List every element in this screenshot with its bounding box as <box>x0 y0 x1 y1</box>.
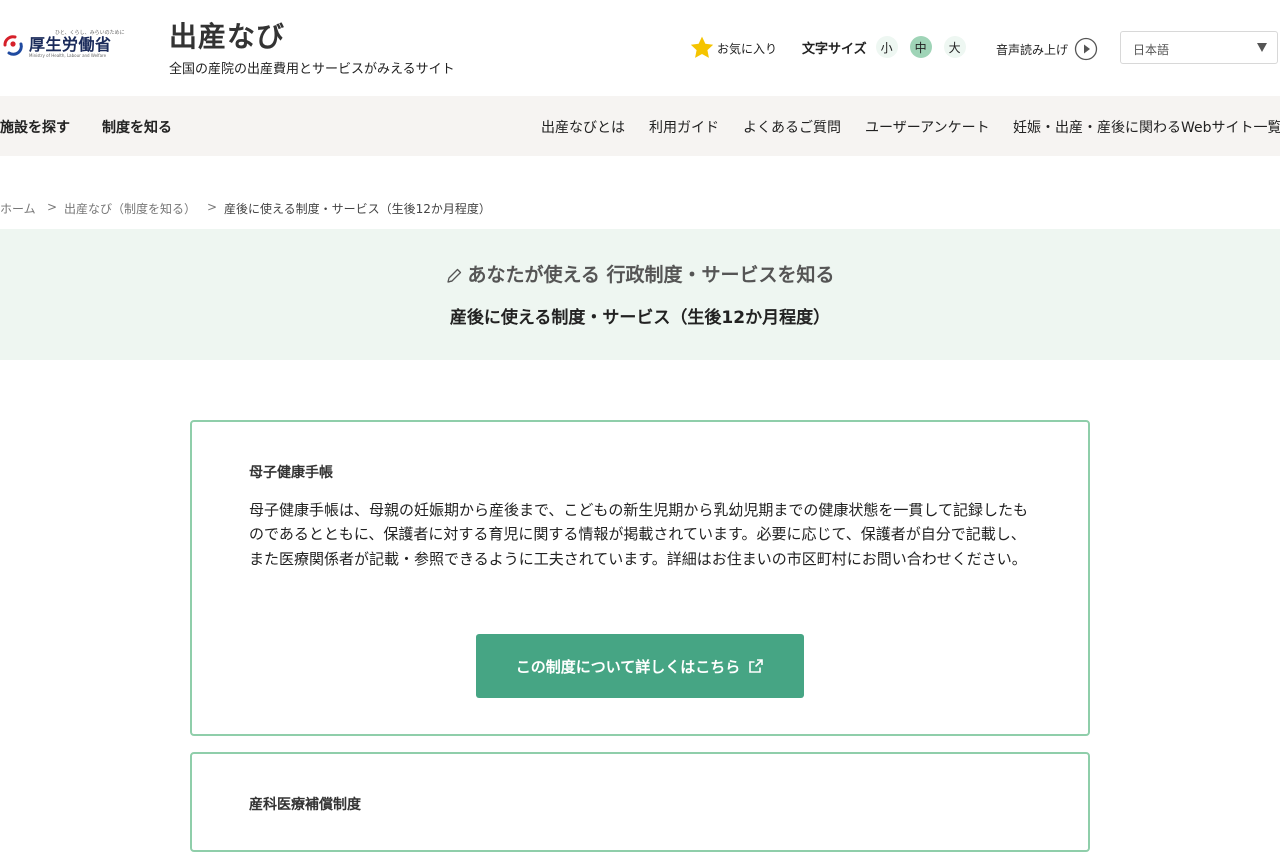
language-select[interactable]: 日本語 <box>1120 31 1278 64</box>
global-nav: 施設を探す 制度を知る 出産なびとは 利用ガイド よくあるご質問 ユーザーアンケ… <box>0 96 1280 156</box>
breadcrumb-learn-systems[interactable]: 出産なび（制度を知る） <box>64 200 196 217</box>
breadcrumb-current: 産後に使える制度・サービス（生後12か月程度） <box>224 202 491 216</box>
hero-kicker: あなたが使える 行政制度・サービスを知る <box>0 260 1280 287</box>
card-title: 産科医療補償制度 <box>249 797 361 813</box>
caret-down-icon <box>1257 43 1267 52</box>
system-card: 母子健康手帳 母子健康手帳は、母親の妊娠期から産後まで、こどもの新生児期から乳幼… <box>190 420 1090 736</box>
mhlw-logo[interactable]: ひと、くらし、みらいのために 厚生労働省 Ministry of Health,… <box>0 31 125 58</box>
font-size-switcher: 文字サイズ 小 中 大 <box>802 36 978 58</box>
card-title: 母子健康手帳 <box>249 465 333 481</box>
play-icon <box>1074 37 1098 61</box>
font-size-label: 文字サイズ <box>802 41 867 57</box>
site-header: ひと、くらし、みらいのために 厚生労働省 Ministry of Health,… <box>0 0 1280 96</box>
system-details-button-label: この制度について詳しくはこちら <box>515 657 741 676</box>
nav-faq[interactable]: よくあるご質問 <box>743 117 841 137</box>
nav-survey[interactable]: ユーザーアンケート <box>865 117 990 137</box>
page-hero: あなたが使える 行政制度・サービスを知る 産後に使える制度・サービス（生後12か… <box>0 229 1280 360</box>
favorites-link[interactable]: お気に入り <box>689 35 777 61</box>
nav-about[interactable]: 出産なびとは <box>541 117 625 137</box>
site-subtitle: 全国の産院の出産費用とサービスがみえるサイト <box>169 62 455 77</box>
read-aloud-label: 音声読み上げ <box>996 42 1069 57</box>
breadcrumb-separator: > <box>207 200 218 214</box>
external-link-icon <box>749 659 764 673</box>
font-size-large-button[interactable]: 大 <box>943 36 966 58</box>
font-size-small-button[interactable]: 小 <box>875 36 898 58</box>
nav-guide[interactable]: 利用ガイド <box>649 117 719 137</box>
language-selected-value: 日本語 <box>1133 43 1170 57</box>
page-title: 産後に使える制度・サービス（生後12か月程度） <box>449 308 831 328</box>
breadcrumb-home[interactable]: ホーム <box>0 200 36 217</box>
pencil-icon <box>447 268 462 283</box>
nav-learn-systems[interactable]: 制度を知る <box>102 117 172 137</box>
mhlw-logo-mark-icon <box>1 32 25 57</box>
site-title[interactable]: 出産なび <box>169 20 285 54</box>
logo-english: Ministry of Health, Labour and Welfare <box>29 53 107 58</box>
logo-name: 厚生労働省 <box>29 35 112 54</box>
favorites-label: お気に入り <box>717 41 778 56</box>
nav-website-list[interactable]: 妊娠・出産・産後に関わるWebサイト一覧 <box>1013 117 1280 137</box>
star-icon <box>690 36 714 58</box>
read-aloud-button[interactable]: 音声読み上げ <box>996 37 1098 61</box>
system-card: 産科医療補償制度 <box>190 752 1090 852</box>
card-description: 母子健康手帳は、母親の妊娠期から産後まで、こどもの新生児期から乳幼児期までの健康… <box>249 501 1028 568</box>
breadcrumb-separator: > <box>47 200 58 214</box>
nav-find-facility[interactable]: 施設を探す <box>0 117 70 137</box>
font-size-medium-button[interactable]: 中 <box>909 36 932 58</box>
hero-kicker-text: あなたが使える 行政制度・サービスを知る <box>467 264 835 286</box>
system-details-button[interactable]: この制度について詳しくはこちら <box>476 634 804 698</box>
